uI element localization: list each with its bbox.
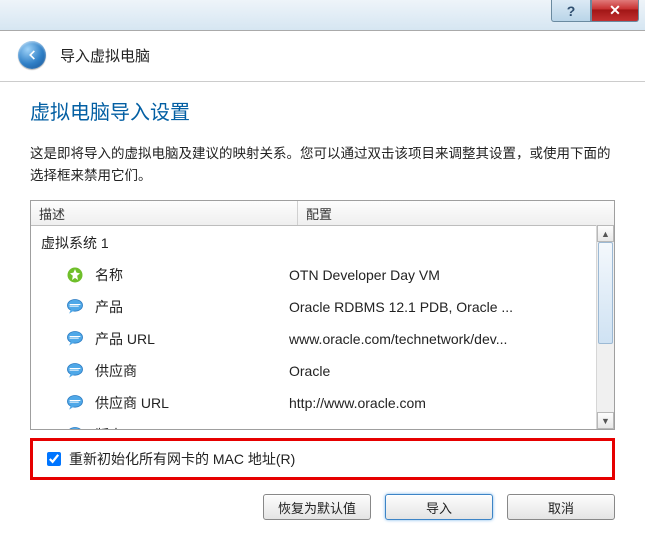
back-button[interactable]: [18, 41, 46, 69]
mac-reinit-checkbox[interactable]: [47, 452, 61, 466]
column-header-desc[interactable]: 描述: [31, 201, 298, 225]
content-area: 虚拟电脑导入设置 这是即将导入的虚拟电脑及建议的映射关系。您可以通过双击该项目来…: [0, 82, 645, 480]
row-desc: 供应商: [95, 361, 289, 381]
row-conf: Oracle: [289, 363, 597, 379]
column-header-conf[interactable]: 配置: [298, 201, 614, 225]
settings-table: 描述 配置 虚拟系统 1 名称 OTN Developer Day VM 产品 …: [30, 200, 615, 430]
group-row[interactable]: 虚拟系统 1: [31, 225, 597, 259]
row-desc: 产品: [95, 297, 289, 317]
arrow-left-icon: [25, 48, 39, 62]
table-row[interactable]: 名称 OTN Developer Day VM: [31, 259, 597, 291]
mac-reinit-highlight: 重新初始化所有网卡的 MAC 地址(R): [30, 438, 615, 480]
speech-bubble-icon: [65, 297, 85, 317]
vertical-scrollbar[interactable]: ▲ ▼: [596, 225, 614, 429]
table-header: 描述 配置: [31, 201, 614, 226]
scroll-thumb[interactable]: [598, 242, 613, 344]
mac-reinit-label: 重新初始化所有网卡的 MAC 地址(R): [69, 449, 295, 469]
help-button[interactable]: ?: [551, 0, 591, 22]
speech-bubble-icon: [65, 361, 85, 381]
row-conf: http://www.oracle.com: [289, 395, 597, 411]
row-conf: OTN Developer Day VM: [289, 267, 597, 283]
table-row[interactable]: 产品 URL www.oracle.com/technetwork/dev...: [31, 323, 597, 355]
row-conf: www.oracle.com/technetwork/dev...: [289, 331, 597, 347]
row-desc: 供应商 URL: [95, 393, 289, 413]
table-row[interactable]: 供应商 Oracle: [31, 355, 597, 387]
window-titlebar: ? ✕: [0, 0, 645, 31]
table-row[interactable]: 产品 Oracle RDBMS 12.1 PDB, Oracle ...: [31, 291, 597, 323]
speech-bubble-icon: [65, 393, 85, 413]
cancel-button[interactable]: 取消: [507, 494, 615, 520]
close-button[interactable]: ✕: [591, 0, 639, 22]
table-row[interactable]: 版本 June 2014: [31, 419, 597, 429]
section-description: 这是即将导入的虚拟电脑及建议的映射关系。您可以通过双击该项目来调整其设置，或使用…: [30, 143, 615, 186]
star-icon: [65, 265, 85, 285]
row-desc: 名称: [95, 265, 289, 285]
import-button[interactable]: 导入: [385, 494, 493, 520]
speech-bubble-icon: [65, 425, 85, 429]
page-title-small: 导入虚拟电脑: [60, 45, 150, 66]
scroll-down-icon[interactable]: ▼: [597, 412, 614, 429]
row-desc: 版本: [95, 425, 289, 429]
row-conf: Oracle RDBMS 12.1 PDB, Oracle ...: [289, 299, 597, 315]
row-desc: 产品 URL: [95, 329, 289, 349]
header-row: 导入虚拟电脑: [0, 31, 645, 82]
speech-bubble-icon: [65, 329, 85, 349]
scroll-up-icon[interactable]: ▲: [597, 225, 614, 242]
table-row[interactable]: 供应商 URL http://www.oracle.com: [31, 387, 597, 419]
footer-buttons: 恢复为默认值 导入 取消: [0, 480, 645, 520]
row-conf: June 2014: [289, 427, 597, 429]
section-title: 虚拟电脑导入设置: [30, 96, 615, 125]
reset-defaults-button[interactable]: 恢复为默认值: [263, 494, 371, 520]
table-body: 虚拟系统 1 名称 OTN Developer Day VM 产品 Oracle…: [31, 225, 597, 429]
